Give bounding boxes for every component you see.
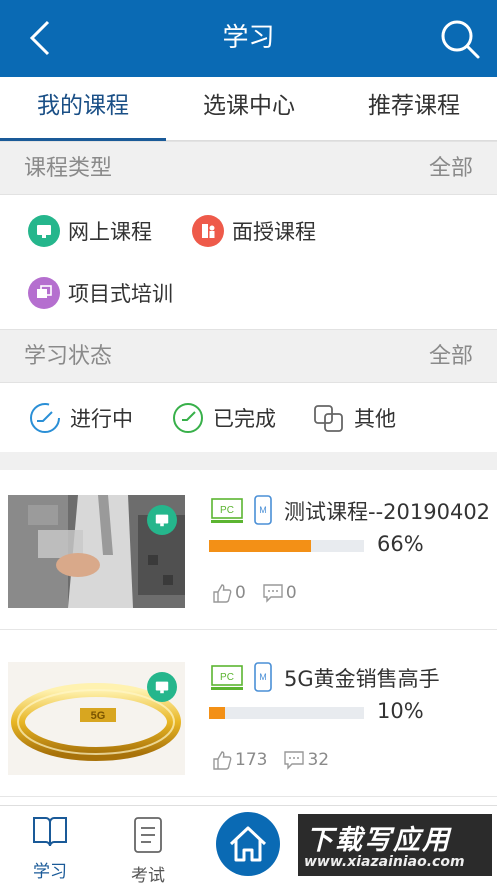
home-icon <box>229 826 267 862</box>
likes-count: 0 <box>235 583 246 603</box>
progress-bar <box>209 707 364 719</box>
study-status-header: 学习状态 全部 <box>0 329 497 383</box>
filter-other[interactable]: 其他 <box>312 398 396 438</box>
comments-count: 0 <box>285 583 297 603</box>
thumbs-up-icon[interactable] <box>211 749 233 771</box>
svg-text:PC: PC <box>220 505 234 516</box>
progress-percent: 66% <box>377 532 424 556</box>
study-status-label: 学习状态 <box>24 344 113 369</box>
search-icon[interactable] <box>439 18 481 60</box>
course-type-label: 课程类型 <box>24 156 113 181</box>
online-course-badge-icon <box>147 672 177 702</box>
svg-text:M: M <box>259 505 267 515</box>
likes-count: 173 <box>235 750 268 770</box>
filter-label: 进行中 <box>70 407 133 431</box>
page-title: 学习 <box>222 23 275 53</box>
course-card[interactable]: PC M 测试课程--20190402 66% 0 0 <box>0 470 497 630</box>
svg-text:PC: PC <box>220 672 234 683</box>
filter-label: 其他 <box>354 407 396 431</box>
divider <box>0 452 497 470</box>
app-header: 学习 <box>0 0 497 77</box>
thumbs-up-icon[interactable] <box>211 582 233 604</box>
tab-bar: 我的课程 选课中心 推荐课程 <box>0 77 497 141</box>
filter-label: 面授课程 <box>232 220 316 244</box>
progress-bar <box>209 540 364 552</box>
home-button[interactable] <box>216 812 280 876</box>
other-icon <box>312 401 346 435</box>
project-icon <box>28 277 60 309</box>
comment-icon[interactable] <box>283 749 305 771</box>
svg-text:5G: 5G <box>91 710 106 722</box>
course-thumbnail: 5G <box>8 662 185 775</box>
course-thumbnail <box>8 495 185 608</box>
tab-recommended[interactable]: 推荐课程 <box>331 77 497 141</box>
filter-in-progress[interactable]: 进行中 <box>28 398 133 438</box>
mobile-device-icon: M <box>254 662 272 692</box>
progress-percent: 10% <box>377 699 424 723</box>
filter-online-course[interactable]: 网上课程 <box>28 211 152 251</box>
pc-device-icon: PC <box>211 665 243 690</box>
nav-study-label: 学习 <box>33 862 67 882</box>
exam-paper-icon <box>134 817 162 853</box>
progress-fill <box>209 540 312 552</box>
monitor-icon <box>28 215 60 247</box>
in-progress-icon <box>28 401 62 435</box>
comments-count: 32 <box>307 750 330 770</box>
course-stats: 173 32 <box>211 749 345 771</box>
filter-label: 已完成 <box>213 407 276 431</box>
filter-project-training[interactable]: 项目式培训 <box>28 273 173 313</box>
course-card[interactable]: 5G PC M 5G黄金销售高手 10% 173 32 <box>0 637 497 797</box>
study-status-all-button[interactable]: 全部 <box>429 330 473 384</box>
watermark-title: 下载写应用 <box>306 825 451 856</box>
completed-icon <box>171 401 205 435</box>
course-type-all-button[interactable]: 全部 <box>429 142 473 196</box>
comment-icon[interactable] <box>262 582 284 604</box>
online-course-badge-icon <box>147 505 177 535</box>
pc-device-icon: PC <box>211 498 243 523</box>
filter-label: 网上课程 <box>68 220 152 244</box>
bottom-navigation: 学习 考试 下载写应用 www.xiazainiao.com <box>0 805 497 883</box>
progress-fill <box>209 707 225 719</box>
watermark: 下载写应用 www.xiazainiao.com <box>298 814 492 876</box>
course-stats: 0 0 <box>211 582 313 604</box>
filter-label: 项目式培训 <box>68 282 173 306</box>
filter-classroom-course[interactable]: 面授课程 <box>192 211 316 251</box>
tab-course-center[interactable]: 选课中心 <box>166 77 332 141</box>
course-title: 测试课程--20190402 <box>284 500 491 524</box>
mobile-device-icon: M <box>254 495 272 525</box>
watermark-url: www.xiazainiao.com <box>304 854 465 870</box>
nav-exam-label: 考试 <box>131 866 165 883</box>
course-type-header: 课程类型 全部 <box>0 141 497 195</box>
book-icon <box>33 817 67 847</box>
filter-completed[interactable]: 已完成 <box>171 398 276 438</box>
tab-my-courses[interactable]: 我的课程 <box>0 77 166 141</box>
course-title: 5G黄金销售高手 <box>284 667 440 691</box>
classroom-icon <box>192 215 224 247</box>
nav-study[interactable]: 学习 <box>20 814 80 882</box>
nav-exam[interactable]: 考试 <box>118 816 178 883</box>
svg-text:M: M <box>259 672 267 682</box>
